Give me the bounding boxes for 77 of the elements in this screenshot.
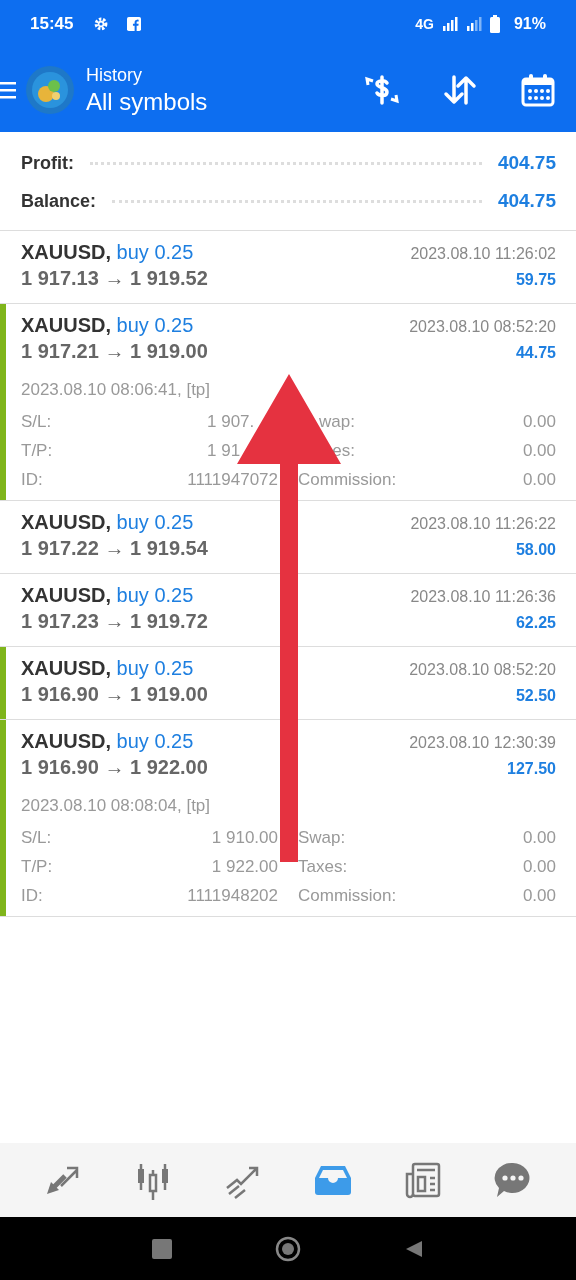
detail-value: 0.00 bbox=[521, 886, 556, 906]
open-time: 2023.08.10 08:06:41, [tp] bbox=[21, 380, 212, 400]
recents-icon[interactable] bbox=[151, 1238, 172, 1259]
detail-label: Taxes: bbox=[297, 857, 349, 877]
sort-icon[interactable] bbox=[442, 72, 478, 108]
deal-time: 2023.08.10 12:30:39 bbox=[409, 734, 556, 752]
detail-value: 0.00 bbox=[521, 470, 556, 490]
facebook-icon bbox=[127, 17, 142, 31]
deal-profit: 127.50 bbox=[507, 760, 556, 778]
summary-label: Balance: bbox=[21, 190, 97, 212]
status-time: 15:45 bbox=[30, 14, 74, 34]
detail-label: Commission: bbox=[297, 470, 398, 490]
symbols-filter[interactable]: All symbols bbox=[86, 87, 208, 116]
deal-row[interactable]: XAUUSD, buy 0.25 2023.08.10 11:26:36 1 917.23 → 1 919.72 62.25 bbox=[6, 574, 576, 646]
detail-label: S/L: bbox=[21, 828, 53, 848]
detail-label: Swap: bbox=[297, 828, 347, 848]
battery-level: 91% bbox=[513, 15, 546, 33]
deal-prices: 1 917.21 → 1 919.00 bbox=[21, 340, 208, 363]
detail-label: Commission: bbox=[297, 886, 398, 906]
detail-value: 0.00 bbox=[521, 857, 556, 877]
summary-value: 404.75 bbox=[497, 190, 556, 212]
newspaper-icon[interactable] bbox=[403, 1160, 443, 1200]
deal-row[interactable]: XAUUSD, buy 0.25 2023.08.10 08:52:20 1 916.90 → 1 919.00 52.50 bbox=[6, 647, 576, 719]
gear-icon bbox=[93, 16, 110, 32]
open-time: 2023.08.10 08:08:04, [tp] bbox=[21, 796, 212, 816]
deal-prices: 1 917.22 → 1 919.54 bbox=[21, 537, 208, 560]
deal-prices: 1 917.13 → 1 919.52 bbox=[21, 267, 208, 290]
detail-value: 1 910.00 bbox=[210, 828, 278, 848]
deal-row[interactable]: XAUUSD, buy 0.25 2023.08.10 11:26:02 1 917.13 → 1 919.52 59.75 bbox=[6, 231, 576, 303]
calendar-icon[interactable] bbox=[520, 72, 556, 108]
deal-time: 2023.08.10 08:52:20 bbox=[409, 661, 556, 679]
signal-icon bbox=[441, 16, 458, 32]
deal-title: XAUUSD, buy 0.25 bbox=[21, 511, 194, 534]
screen-title: History bbox=[86, 64, 143, 86]
detail-label: T/P: bbox=[21, 857, 54, 877]
detail-value: 1 922.00 bbox=[210, 857, 278, 877]
detail-value: 0.00 bbox=[521, 412, 556, 432]
summary-value: 404.75 bbox=[497, 152, 556, 174]
deal-time: 2023.08.10 11:26:02 bbox=[410, 245, 556, 263]
deal-row[interactable]: XAUUSD, buy 0.25 2023.08.10 11:26:22 1 917.22 → 1 919.54 58.00 bbox=[6, 501, 576, 573]
menu-icon[interactable] bbox=[0, 80, 16, 100]
detail-value: 1111948202 bbox=[186, 886, 278, 906]
detail-value: 1111947072 bbox=[186, 470, 278, 490]
network-type: 4G bbox=[415, 16, 434, 32]
home-icon[interactable] bbox=[275, 1235, 301, 1262]
deal-prices: 1 917.23 → 1 919.72 bbox=[21, 610, 208, 633]
deal-prices: 1 916.90 → 1 922.00 bbox=[21, 756, 208, 779]
signal-icon bbox=[465, 16, 482, 32]
deal-time: 2023.08.10 08:52:20 bbox=[409, 318, 556, 336]
deal-prices: 1 916.90 → 1 919.00 bbox=[21, 683, 208, 706]
detail-value: 0.00 bbox=[521, 441, 556, 461]
battery-icon bbox=[489, 15, 500, 33]
deal-title: XAUUSD, buy 0.25 bbox=[21, 657, 194, 680]
detail-label: ID: bbox=[21, 470, 44, 490]
detail-value: 1 907. bbox=[206, 412, 256, 432]
app-logo-icon bbox=[26, 66, 74, 114]
deal-title: XAUUSD, buy 0.25 bbox=[21, 730, 194, 753]
detail-label: T/P: bbox=[21, 441, 54, 461]
detail-value: 0.00 bbox=[521, 828, 556, 848]
deal-title: XAUUSD, buy 0.25 bbox=[21, 314, 194, 337]
back-icon[interactable] bbox=[404, 1238, 425, 1259]
deal-profit: 52.50 bbox=[515, 687, 556, 705]
deal-time: 2023.08.10 11:26:36 bbox=[410, 588, 556, 606]
deal-profit: 58.00 bbox=[515, 541, 556, 559]
deal-title: XAUUSD, buy 0.25 bbox=[21, 584, 194, 607]
deal-profit: 44.75 bbox=[515, 344, 556, 362]
deal-row[interactable]: XAUUSD, buy 0.25 2023.08.10 12:30:39 1 916.90 → 1 922.00 127.50 2023.08.10 08:08:04, [tp] S/L: 1 910.00 Swap: 0.00 T/P: 1 922.00 Taxes: 0.00 ID: 1111948202 Commission: 0.00 bbox=[6, 720, 576, 916]
detail-value: 1 91 bbox=[206, 441, 242, 461]
summary-label: Profit: bbox=[21, 152, 74, 174]
detail-label: wap: bbox=[318, 412, 355, 432]
deal-time: 2023.08.10 11:26:22 bbox=[410, 515, 556, 533]
detail-label: S/L: bbox=[21, 412, 53, 432]
deal-profit: 59.75 bbox=[515, 271, 556, 289]
currency-exchange-icon[interactable] bbox=[364, 72, 400, 108]
deal-profit: 62.25 bbox=[515, 614, 556, 632]
detail-label: ID: bbox=[21, 886, 44, 906]
deal-title: XAUUSD, buy 0.25 bbox=[21, 241, 194, 264]
